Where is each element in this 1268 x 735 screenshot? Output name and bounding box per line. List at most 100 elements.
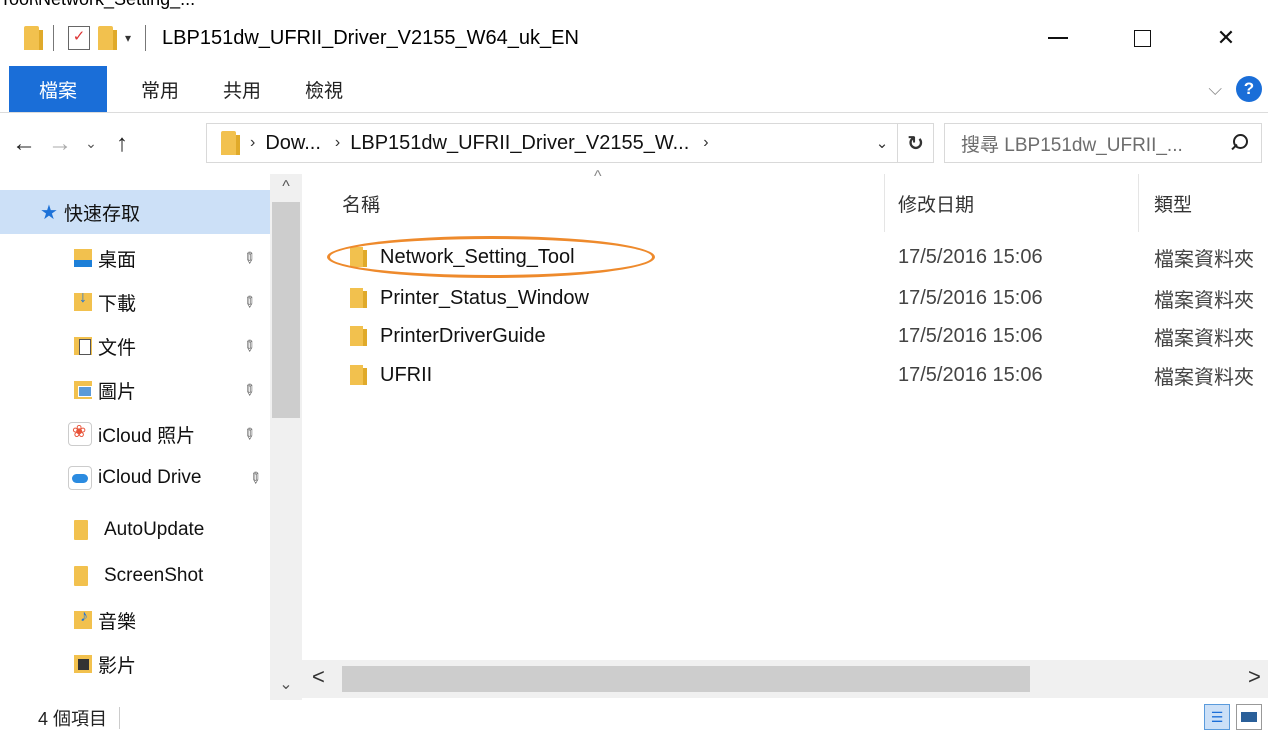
ribbon-right-controls: ⌵ ? <box>1208 76 1262 102</box>
breadcrumb-separator[interactable]: › <box>335 134 340 152</box>
search-icon[interactable] <box>1229 133 1249 153</box>
up-button[interactable]: ↑ <box>104 130 140 158</box>
window-controls: ✕ <box>1016 10 1268 66</box>
file-name: PrinterDriverGuide <box>380 324 546 347</box>
file-modified-date: 17/5/2016 15:06 <box>898 324 1043 347</box>
nav-item-videos[interactable]: 影片 <box>0 642 270 686</box>
tab-file[interactable]: 檔案 <box>9 66 108 112</box>
pin-icon[interactable]: ✎ <box>239 423 261 445</box>
nav-item-music[interactable]: 音樂 <box>0 598 270 642</box>
navigation-tree: ★ 快速存取 桌面 ✎ 下載 ✎ 文件 ✎ 圖片 ✎ iCloud 照片 ✎ <box>0 174 270 700</box>
scroll-down-icon[interactable]: ⌄ <box>270 674 302 694</box>
folder-icon <box>74 520 88 540</box>
nav-item-label: iCloud 照片 <box>98 425 196 447</box>
title-bar: ✓ ▾ LBP151dw_UFRII_Driver_V2155_W64_uk_E… <box>0 10 1268 66</box>
pin-icon[interactable]: ✎ <box>245 467 267 489</box>
new-folder-icon[interactable] <box>98 26 117 50</box>
column-header-label: 修改日期 <box>898 194 975 216</box>
file-modified-date: 17/5/2016 15:06 <box>898 245 1043 268</box>
nav-item-autoupdate[interactable]: AutoUpdate <box>0 508 270 552</box>
scroll-right-icon[interactable]: > <box>1248 664 1261 690</box>
folder-icon <box>221 131 240 155</box>
pin-icon[interactable]: ✎ <box>239 291 261 313</box>
top-cutoff-text: Tool\Network_Setting_... <box>0 0 195 10</box>
close-button[interactable]: ✕ <box>1184 10 1268 66</box>
nav-item-icloud-photos[interactable]: iCloud 照片 ✎ <box>0 412 270 456</box>
address-bar-controls: ⌄ ↻ <box>867 123 933 163</box>
documents-folder-icon <box>74 337 92 355</box>
ribbon-tabs: 檔案 常用 共用 檢視 ⌵ ? <box>0 66 1268 112</box>
back-button[interactable]: ← <box>6 130 42 158</box>
expand-ribbon-icon[interactable]: ⌵ <box>1208 79 1222 100</box>
help-icon[interactable]: ? <box>1236 76 1262 102</box>
tab-share[interactable]: 共用 <box>201 66 283 112</box>
file-type: 檔案資料夾 <box>1154 289 1254 312</box>
properties-icon[interactable]: ✓ <box>68 26 90 50</box>
search-placeholder: 搜尋 LBP151dw_UFRII_... <box>961 134 1183 156</box>
nav-item-screenshot[interactable]: ScreenShot <box>0 554 270 598</box>
minimize-button[interactable] <box>1016 10 1100 66</box>
search-input[interactable]: 搜尋 LBP151dw_UFRII_... <box>944 123 1262 163</box>
folder-icon <box>350 288 367 308</box>
nav-item-pictures[interactable]: 圖片 ✎ <box>0 368 270 412</box>
file-row-ufrii[interactable]: UFRII 17/5/2016 15:06 檔案資料夾 <box>302 356 1268 394</box>
status-divider <box>119 706 121 729</box>
breadcrumb-downloads[interactable]: Dow... <box>265 132 321 155</box>
star-icon: ★ <box>40 201 58 224</box>
pictures-folder-icon <box>74 381 92 399</box>
file-row-printer-driver-guide[interactable]: PrinterDriverGuide 17/5/2016 15:06 檔案資料夾 <box>302 317 1268 355</box>
videos-folder-icon <box>74 655 92 673</box>
folder-icon <box>350 365 367 385</box>
maximize-button[interactable] <box>1100 10 1184 66</box>
address-bar[interactable]: › Dow... › LBP151dw_UFRII_Driver_V2155_W… <box>206 123 934 163</box>
file-list: ^ 名稱 修改日期 類型 Network_Setting_Tool 17/5/2… <box>302 168 1268 700</box>
large-icons-view-button[interactable] <box>1236 704 1262 730</box>
pin-icon[interactable]: ✎ <box>239 379 261 401</box>
navigation-pane: ★ 快速存取 桌面 ✎ 下載 ✎ 文件 ✎ 圖片 ✎ iCloud 照片 ✎ <box>0 174 302 700</box>
refresh-button[interactable]: ↻ <box>897 123 933 163</box>
horizontal-scrollbar[interactable]: < > <box>302 660 1268 698</box>
nav-item-downloads[interactable]: 下載 ✎ <box>0 280 270 324</box>
address-history-dropdown[interactable]: ⌄ <box>867 134 897 152</box>
top-cutoff-strip: Tool\Network_Setting_... <box>0 0 1268 10</box>
column-divider[interactable] <box>884 174 885 232</box>
nav-item-quick-access[interactable]: ★ 快速存取 <box>0 190 270 234</box>
maximize-icon <box>1133 29 1151 47</box>
folder-icon <box>74 566 88 586</box>
scroll-left-icon[interactable]: < <box>312 664 325 690</box>
scroll-up-icon[interactable]: ^ <box>270 178 302 196</box>
scrollbar-thumb[interactable] <box>272 202 300 418</box>
column-divider[interactable] <box>1138 174 1139 232</box>
nav-item-desktop[interactable]: 桌面 ✎ <box>0 236 270 280</box>
view-toggle: ☰ <box>1204 704 1262 730</box>
scrollbar-thumb[interactable] <box>342 666 1030 692</box>
nav-item-label: 桌面 <box>98 249 137 271</box>
annotation-highlight-circle <box>327 236 655 278</box>
nav-vertical-scrollbar[interactable]: ^ ⌄ <box>270 174 302 700</box>
file-row-printer-status-window[interactable]: Printer_Status_Window 17/5/2016 15:06 檔案… <box>302 279 1268 317</box>
tab-view[interactable]: 檢視 <box>283 66 365 112</box>
nav-item-label: 快速存取 <box>63 203 140 225</box>
column-header-name[interactable]: 名稱 <box>342 174 882 232</box>
details-view-button[interactable]: ☰ <box>1204 704 1230 730</box>
column-header-type[interactable]: 類型 <box>1154 174 1264 232</box>
downloads-folder-icon <box>74 289 92 311</box>
customize-toolbar-icon[interactable]: ▾ <box>125 31 131 45</box>
folder-icon <box>24 26 43 50</box>
breadcrumb-separator[interactable]: › <box>250 134 255 152</box>
breadcrumb-separator[interactable]: › <box>703 134 708 152</box>
tab-home[interactable]: 常用 <box>119 66 201 112</box>
file-type: 檔案資料夾 <box>1154 366 1254 389</box>
pin-icon[interactable]: ✎ <box>239 335 261 357</box>
column-header-label: 類型 <box>1154 194 1193 216</box>
nav-item-label: 文件 <box>98 337 137 359</box>
nav-item-icloud-drive[interactable]: iCloud Drive ✎ <box>0 456 270 500</box>
forward-button[interactable]: → <box>42 130 78 158</box>
recent-locations-button[interactable]: ⌄ <box>78 135 104 152</box>
file-type: 檔案資料夾 <box>1154 248 1254 271</box>
column-header-modified[interactable]: 修改日期 <box>898 174 1138 232</box>
file-name: Printer_Status_Window <box>380 286 589 309</box>
nav-item-documents[interactable]: 文件 ✎ <box>0 324 270 368</box>
pin-icon[interactable]: ✎ <box>239 247 261 269</box>
breadcrumb-current-folder[interactable]: LBP151dw_UFRII_Driver_V2155_W... <box>350 132 689 155</box>
